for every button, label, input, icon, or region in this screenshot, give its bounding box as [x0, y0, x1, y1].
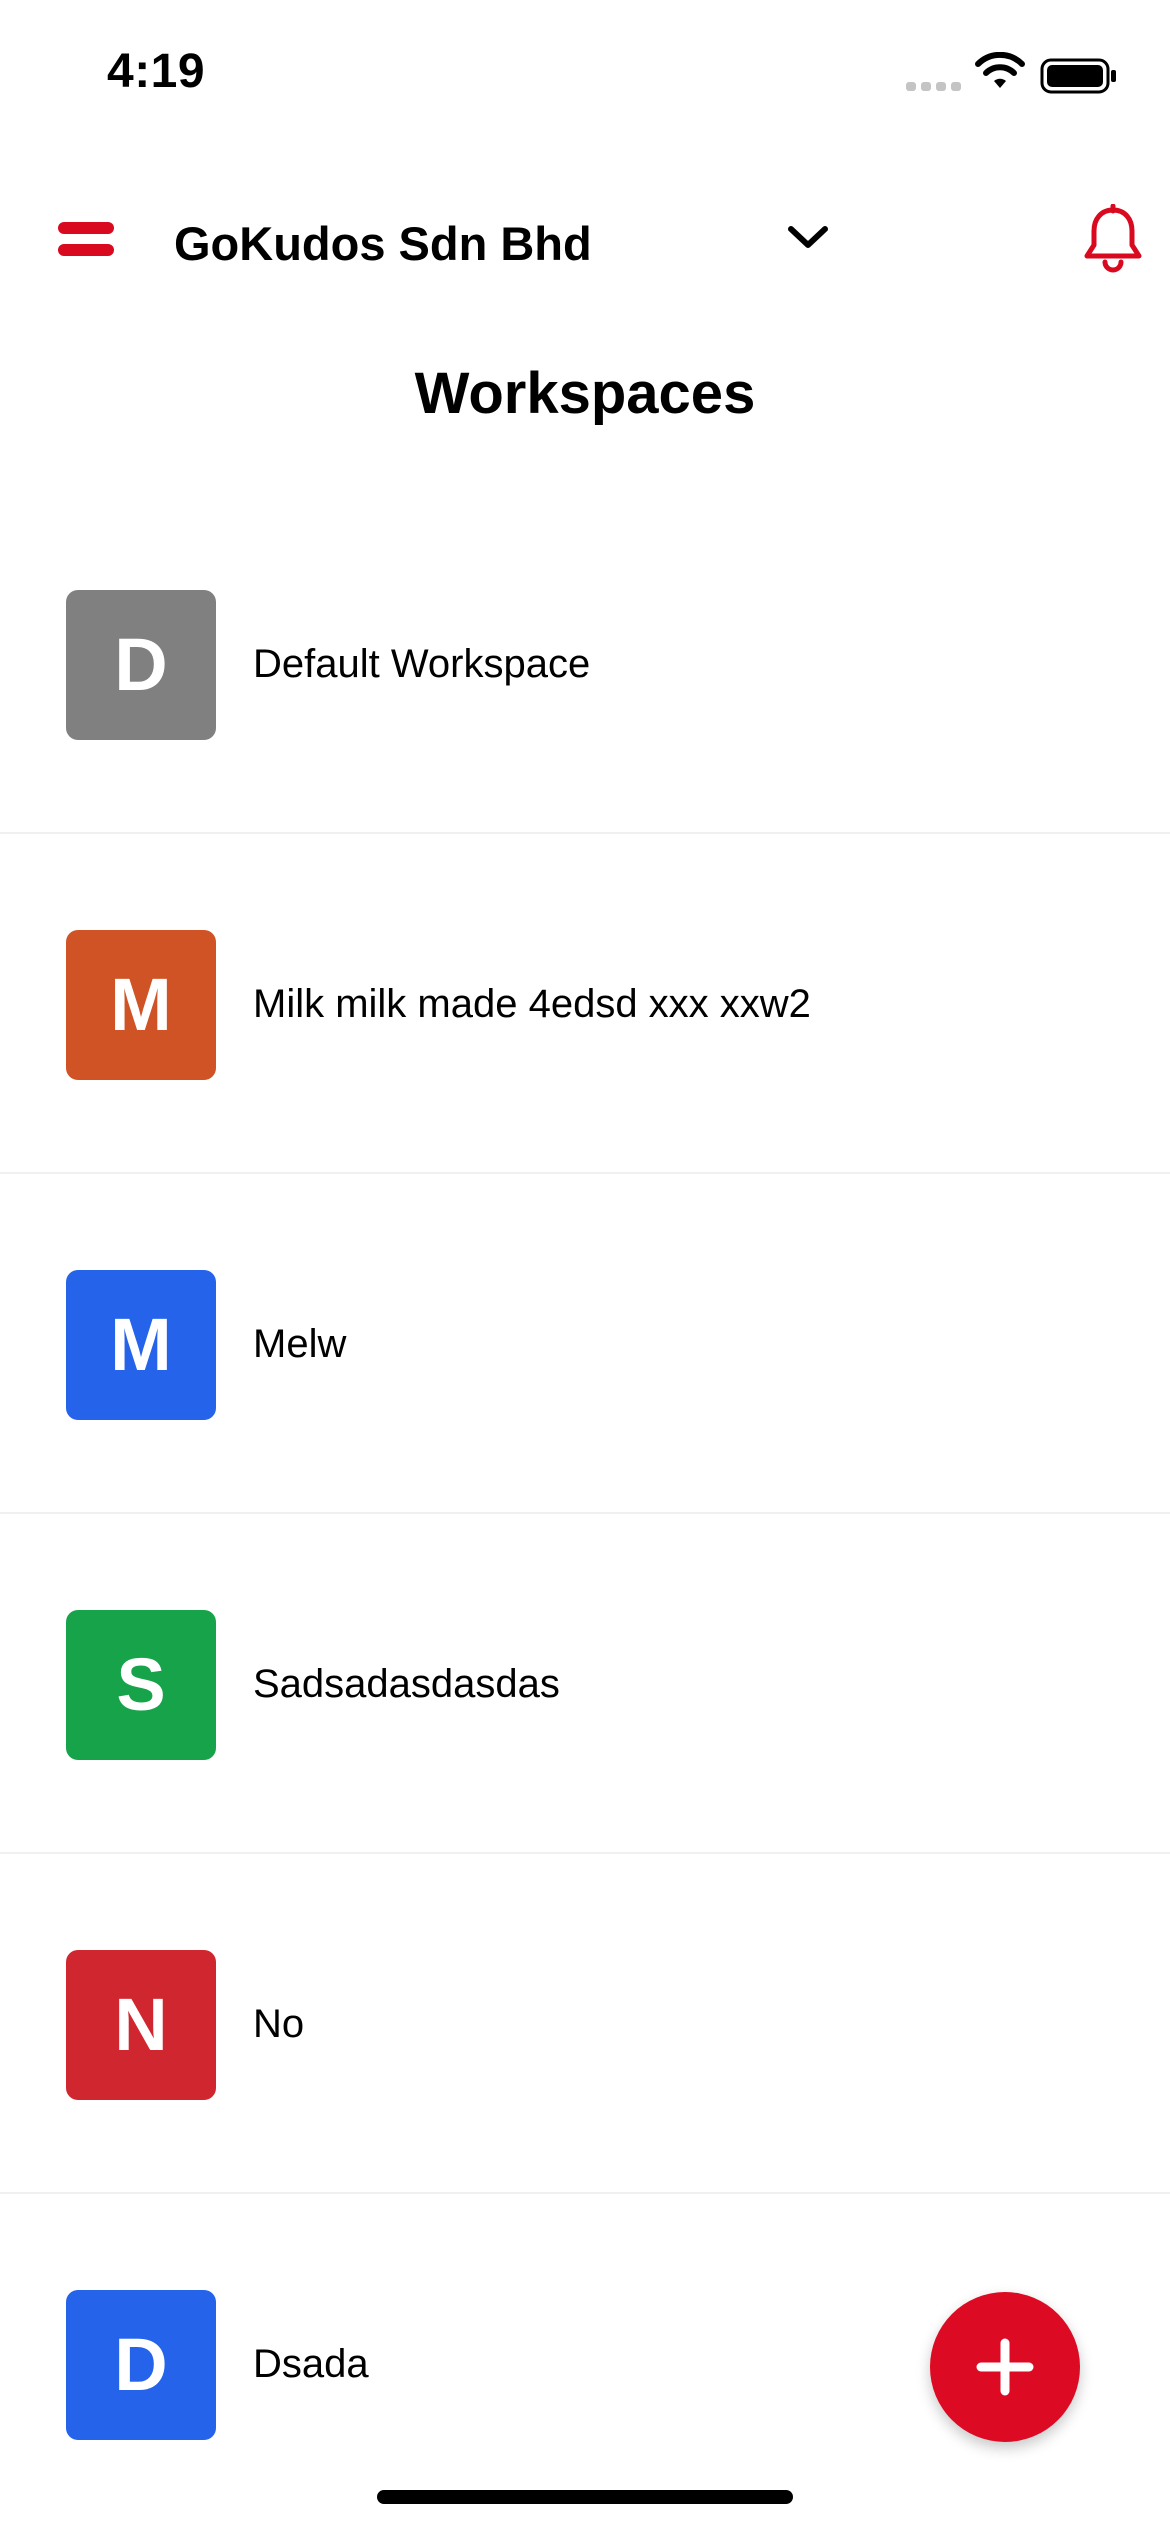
cellular-signal-icon — [906, 82, 961, 91]
workspace-avatar: M — [66, 930, 216, 1080]
workspaces-screen: 4:19 GoKudos Sdn Bhd Workspaces D Defaul… — [0, 0, 1170, 2532]
status-bar: 4:19 — [0, 0, 1170, 140]
workspace-name: Melw — [253, 1322, 347, 1366]
workspace-item[interactable]: M Milk milk made 4edsd xxx xxw2 — [0, 834, 1170, 1174]
workspace-name: Sadsadasdasdas — [253, 1662, 560, 1706]
page-title: Workspaces — [414, 361, 756, 426]
workspace-list: D Default Workspace M Milk milk made 4ed… — [0, 494, 1170, 2532]
workspace-item[interactable]: N No — [0, 1854, 1170, 2194]
workspace-avatar: S — [66, 1610, 216, 1760]
workspace-avatar: D — [66, 590, 216, 740]
chevron-down-icon — [788, 226, 828, 248]
workspace-item[interactable]: S Sadsadasdasdas — [0, 1514, 1170, 1854]
workspace-name: Milk milk made 4edsd xxx xxw2 — [253, 982, 811, 1026]
app-header: GoKudos Sdn Bhd — [0, 190, 1170, 290]
status-time: 4:19 — [107, 45, 206, 98]
battery-icon — [1040, 58, 1116, 94]
bell-icon[interactable] — [1080, 204, 1146, 274]
workspace-item[interactable]: M Melw — [0, 1174, 1170, 1514]
home-indicator — [377, 2490, 793, 2504]
workspace-item[interactable]: D Default Workspace — [0, 494, 1170, 834]
wifi-icon — [975, 52, 1025, 88]
workspace-avatar: M — [66, 1270, 216, 1420]
add-workspace-button[interactable] — [930, 2292, 1080, 2442]
workspace-name: Dsada — [253, 2342, 369, 2386]
workspace-name: No — [253, 2002, 305, 2046]
workspace-avatar: N — [66, 1950, 216, 2100]
plus-icon — [976, 2338, 1034, 2396]
workspace-name: Default Workspace — [253, 642, 591, 686]
workspace-avatar: D — [66, 2290, 216, 2440]
organization-selector[interactable]: GoKudos Sdn Bhd — [174, 208, 834, 272]
hamburger-menu-icon[interactable] — [58, 220, 114, 260]
organization-name: GoKudos Sdn Bhd — [174, 217, 592, 270]
